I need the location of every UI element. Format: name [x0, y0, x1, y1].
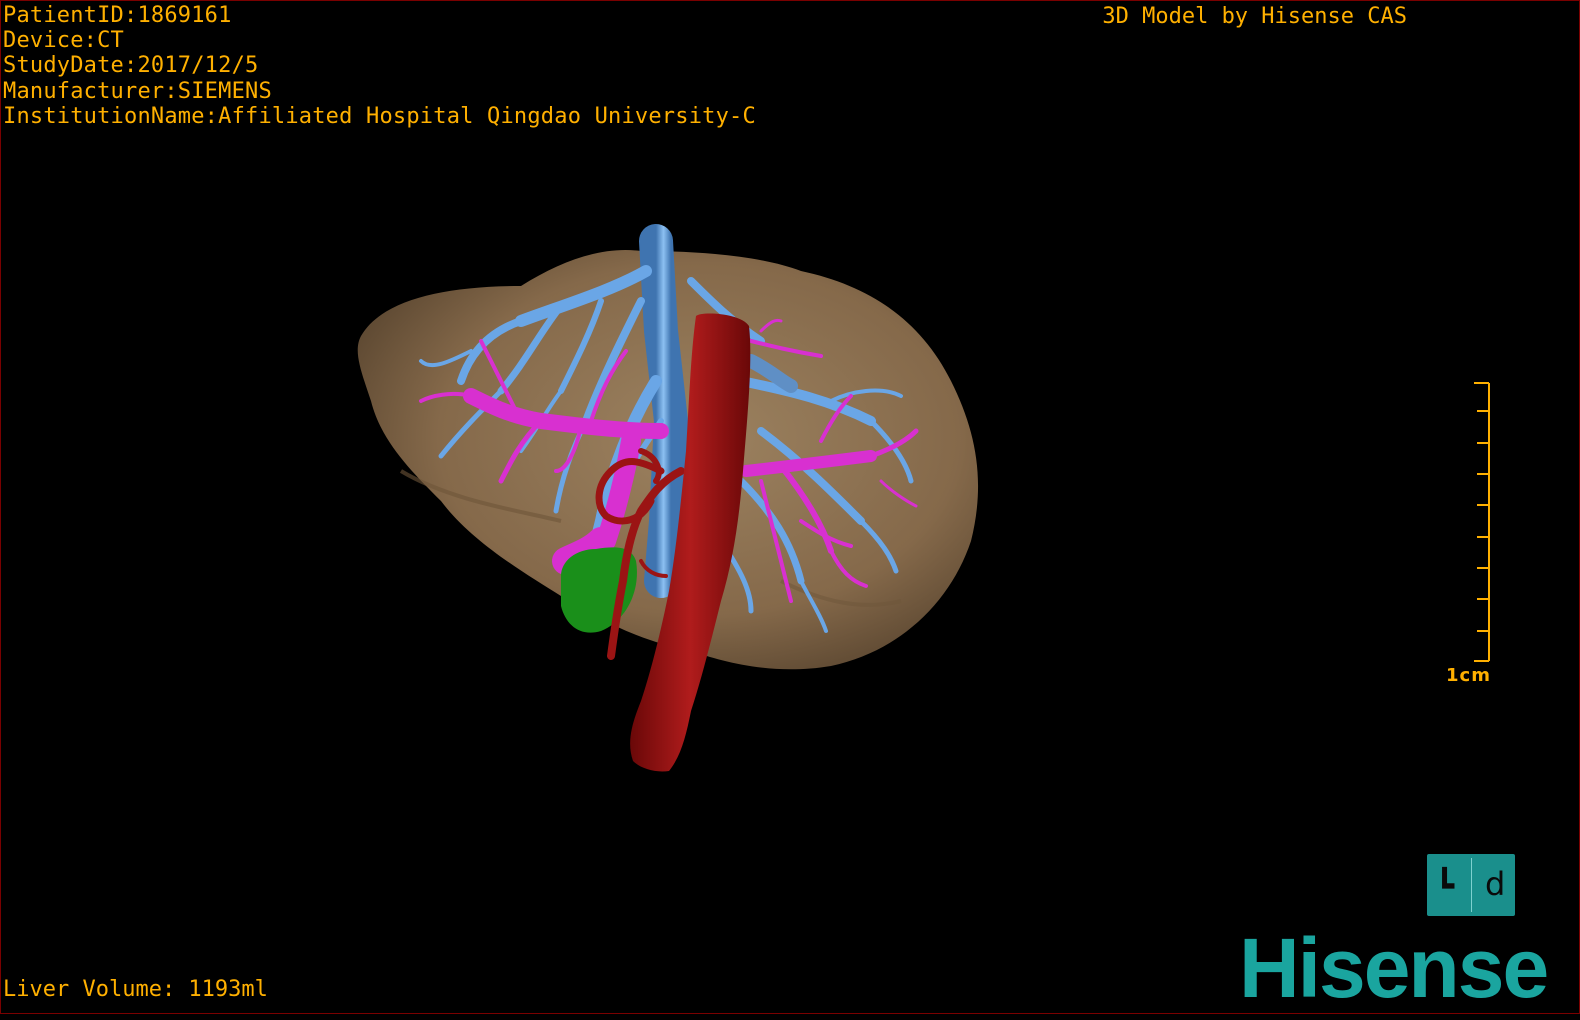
- liver-volume-label: Liver Volume: 1193ml: [3, 977, 268, 1002]
- dicom-info-overlay: PatientID:1869161 Device:CT StudyDate:20…: [3, 3, 756, 129]
- orientation-right-glyph: d: [1485, 865, 1506, 903]
- orientation-indicator[interactable]: ┗ d: [1427, 854, 1515, 916]
- device-label: Device:CT: [3, 28, 125, 54]
- manufacturer-label: Manufacturer:SIEMENS: [3, 78, 272, 104]
- study-date-label: StudyDate:2017/12/5: [3, 53, 259, 79]
- orientation-left-glyph: ┗: [1435, 867, 1455, 905]
- model-credit: 3D Model by Hisense CAS: [1102, 4, 1407, 29]
- 3d-viewport[interactable]: PatientID:1869161 Device:CT StudyDate:20…: [0, 0, 1580, 1014]
- hisense-logo: Hisense: [1239, 921, 1549, 1014]
- scale-label: 1cm: [1446, 665, 1491, 686]
- liver-3d-model[interactable]: [1, 1, 1579, 1013]
- scale-ruler: [1474, 382, 1490, 662]
- orientation-divider: [1471, 858, 1472, 912]
- institution-label: InstitutionName:Affiliated Hospital Qing…: [3, 103, 756, 129]
- patient-id-label: PatientID:1869161: [3, 3, 232, 28]
